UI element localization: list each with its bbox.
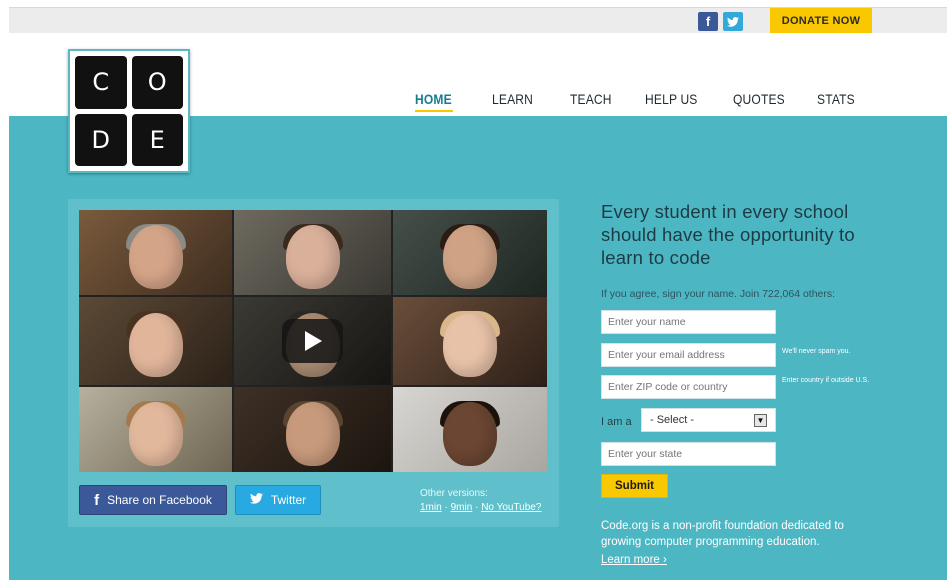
version-link-no-youtube[interactable]: No YouTube?	[481, 502, 541, 513]
nav-active-indicator	[415, 110, 453, 112]
link-separator: ·	[475, 502, 479, 513]
share-facebook-button[interactable]: f Share on Facebook	[79, 485, 227, 515]
role-select-value: - Select -	[650, 414, 695, 426]
share-facebook-label: Share on Facebook	[107, 493, 212, 507]
donate-button[interactable]: DONATE NOW	[770, 8, 872, 33]
role-label: I am a	[601, 416, 632, 428]
page-headline: Every student in every school should hav…	[601, 201, 855, 268]
version-link-9min[interactable]: 9min	[451, 502, 473, 513]
name-input[interactable]	[608, 311, 775, 333]
nav-teach[interactable]: TEACH	[570, 91, 612, 107]
video-thumbnail	[393, 387, 547, 472]
logo-letter: C	[75, 56, 127, 109]
twitter-icon	[249, 493, 263, 507]
submit-button[interactable]: Submit	[601, 474, 668, 498]
name-field[interactable]	[601, 310, 776, 334]
nav-help-us[interactable]: HELP US	[645, 91, 698, 107]
facebook-icon: f	[94, 491, 100, 509]
logo-letter: O	[131, 56, 183, 109]
zip-input[interactable]	[608, 376, 775, 398]
video-thumbnail	[79, 297, 232, 385]
video-thumbnail	[79, 387, 232, 472]
zip-hint: Enter country if outside U.S.	[782, 377, 870, 384]
state-field[interactable]	[601, 442, 776, 466]
play-icon[interactable]	[282, 319, 343, 363]
video-thumbnail	[79, 210, 232, 295]
link-separator: ·	[444, 502, 448, 513]
nav-stats[interactable]: STATS	[817, 91, 855, 107]
about-text: Code.org is a non-profit foundation dedi…	[601, 520, 844, 548]
state-input[interactable]	[608, 443, 775, 465]
version-link-1min[interactable]: 1min	[420, 502, 442, 513]
share-twitter-button[interactable]: Twitter	[235, 485, 321, 515]
video-thumbnail	[393, 297, 547, 385]
zip-field[interactable]	[601, 375, 776, 399]
email-input[interactable]	[608, 344, 775, 366]
signup-prompt: If you agree, sign your name. Join 722,0…	[601, 288, 836, 300]
code-logo[interactable]: C O D E	[68, 49, 190, 173]
share-twitter-label: Twitter	[270, 493, 307, 507]
email-field[interactable]	[601, 343, 776, 367]
email-hint: We'll never spam you.	[782, 348, 851, 355]
logo-letter: E	[131, 113, 183, 166]
other-versions-links: 1min · 9min · No YouTube?	[420, 502, 541, 513]
role-select[interactable]: - Select - ▼	[641, 408, 776, 432]
other-versions-label: Other versions:	[420, 488, 488, 499]
chevron-down-icon[interactable]: ▼	[754, 414, 767, 427]
learn-more-link[interactable]: Learn more ›	[601, 554, 667, 566]
logo-letter: D	[75, 113, 127, 166]
nav-quotes[interactable]: QUOTES	[733, 91, 785, 107]
video-thumbnail	[234, 210, 391, 295]
video-thumbnail	[393, 210, 547, 295]
nav-learn[interactable]: LEARN	[492, 91, 533, 107]
nav-home[interactable]: HOME	[415, 91, 452, 107]
video-thumbnail	[234, 387, 391, 472]
twitter-icon[interactable]	[723, 12, 743, 31]
facebook-icon[interactable]: f	[698, 12, 718, 31]
